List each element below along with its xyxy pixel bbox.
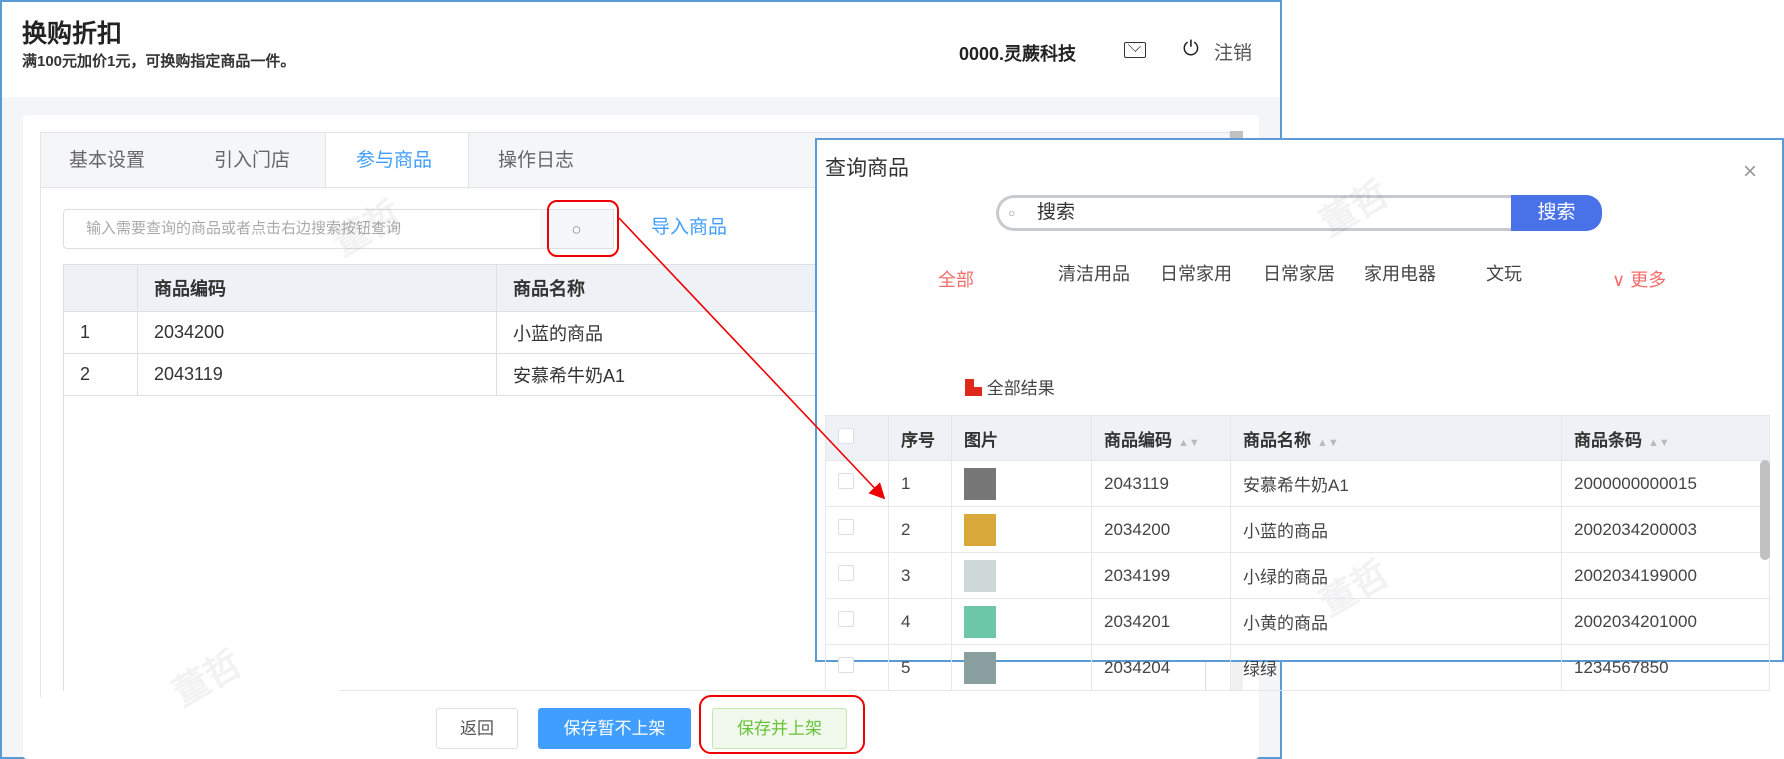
row-number: 2 <box>888 506 952 553</box>
product-code: 2034199 <box>1091 552 1231 599</box>
category-all[interactable]: 全部 <box>938 266 974 292</box>
page-title: 换购折扣 <box>22 20 123 48</box>
product-code: 2034200 <box>1091 506 1231 553</box>
grid-icon <box>965 379 982 396</box>
table-row[interactable]: 2 2034200 小蓝的商品 2002034200003 <box>825 506 1770 553</box>
page-subtitle: 满100元加价1元，可换购指定商品一件。 <box>22 53 296 70</box>
category-item[interactable]: 日常家用 <box>1160 260 1232 286</box>
table-header: 序号 图片 商品编码 ▲▼ 商品名称 ▲▼ 商品条码 ▲▼ <box>825 415 1770 461</box>
tab-operation-log[interactable]: 操作日志 <box>498 133 574 188</box>
dialog-search-button[interactable]: 搜索 <box>1511 195 1602 231</box>
column-header[interactable]: 商品条码 ▲▼ <box>1561 415 1770 461</box>
product-barcode: 2002034200003 <box>1561 506 1770 553</box>
table-row[interactable]: 5 2034204 绿绿 1234567850 <box>825 644 1770 691</box>
watermark: 董哲 <box>1312 172 1396 244</box>
product-image <box>964 605 996 638</box>
highlight-annotation <box>547 200 619 257</box>
column-header: 序号 <box>888 415 952 461</box>
dialog-search-input[interactable]: 搜索 <box>996 195 1512 231</box>
product-code: 2034204 <box>1091 644 1231 691</box>
product-code: 2034201 <box>1091 598 1231 645</box>
tab-products[interactable]: 参与商品 <box>325 133 469 189</box>
query-results-table: 序号 图片 商品编码 ▲▼ 商品名称 ▲▼ 商品条码 ▲▼ 1 2043119 安慕希… <box>825 415 1770 691</box>
category-item[interactable]: 清洁用品 <box>1058 260 1130 286</box>
more-label: 更多 <box>1630 270 1667 290</box>
sort-icon: ▲▼ <box>1317 436 1339 449</box>
product-image <box>964 467 996 500</box>
product-image <box>964 513 996 546</box>
table-row[interactable]: 1 2043119 安慕希牛奶A1 2000000000015 <box>825 460 1770 507</box>
row-checkbox[interactable] <box>838 657 854 673</box>
scrollbar[interactable] <box>1760 460 1770 660</box>
table-row[interactable]: 3 2034199 小绿的商品 2002034199000 <box>825 552 1770 599</box>
select-all-checkbox[interactable] <box>838 427 854 444</box>
chevron-down-icon: ∨ <box>1612 270 1631 290</box>
row-checkbox[interactable] <box>838 611 854 627</box>
row-index: 1 <box>63 311 138 354</box>
row-number: 4 <box>888 598 952 645</box>
column-header: 图片 <box>951 415 1092 461</box>
product-barcode: 2002034199000 <box>1561 552 1770 599</box>
power-icon[interactable]: ⏻ <box>1183 38 1199 61</box>
row-checkbox[interactable] <box>838 519 854 535</box>
dialog-title: 查询商品 <box>825 157 909 180</box>
row-index: 2 <box>63 353 138 396</box>
column-header: 商品编码 <box>137 264 497 312</box>
sort-icon: ▲▼ <box>1178 436 1200 449</box>
table-row[interactable]: 4 2034201 小黄的商品 2002034201000 <box>825 598 1770 645</box>
product-barcode: 1234567850 <box>1561 644 1770 691</box>
row-number: 3 <box>888 552 952 599</box>
product-code: 2043119 <box>137 353 497 396</box>
tab-import-stores[interactable]: 引入门店 <box>214 133 290 188</box>
product-name: 安慕希牛奶A1 <box>1230 460 1562 507</box>
product-name: 小蓝的商品 <box>1230 506 1562 553</box>
results-label: 全部结果 <box>986 379 1055 398</box>
search-icon: ○ <box>1008 206 1016 220</box>
back-button[interactable]: 返回 <box>436 708 518 749</box>
product-code: 2043119 <box>1091 460 1231 507</box>
product-code: 2034200 <box>137 311 497 354</box>
product-image <box>964 651 996 684</box>
sort-icon: ▲▼ <box>1648 436 1670 449</box>
tab-basic-settings[interactable]: 基本设置 <box>69 133 145 188</box>
row-number: 1 <box>888 460 952 507</box>
column-header[interactable]: 商品编码 ▲▼ <box>1091 415 1231 461</box>
product-query-dialog: 查询商品 × 搜索 ○ 搜索 全部 清洁用品 日常家用 日常家居 家用电器 文玩… <box>815 138 1784 691</box>
mail-icon[interactable] <box>1124 42 1146 58</box>
row-number: 5 <box>888 644 952 691</box>
product-search-input[interactable]: 输入需要查询的商品或者点击右边搜索按钮查询 <box>63 209 541 249</box>
column-header[interactable]: 商品名称 ▲▼ <box>1230 415 1562 461</box>
category-item[interactable]: 日常家居 <box>1263 260 1335 286</box>
row-checkbox[interactable] <box>838 473 854 489</box>
column-header <box>63 264 138 312</box>
import-products-link[interactable]: 导入商品 <box>651 212 727 239</box>
category-item[interactable]: 家用电器 <box>1364 260 1436 286</box>
product-name: 小绿的商品 <box>1230 552 1562 599</box>
product-image <box>964 559 996 592</box>
logout-link[interactable]: 注销 <box>1214 38 1252 65</box>
highlight-annotation <box>699 695 865 754</box>
product-barcode: 2000000000015 <box>1561 460 1770 507</box>
close-icon[interactable]: × <box>1743 158 1757 186</box>
category-item[interactable]: 文玩 <box>1486 260 1522 286</box>
all-results: 全部结果 <box>965 374 1055 399</box>
product-name: 小黄的商品 <box>1230 598 1562 645</box>
product-barcode: 2002034201000 <box>1561 598 1770 645</box>
product-name: 绿绿 <box>1230 644 1562 691</box>
row-checkbox[interactable] <box>838 565 854 581</box>
company-name: 0000.灵蕨科技 <box>959 44 1077 64</box>
save-unlisted-button[interactable]: 保存暂不上架 <box>538 708 691 749</box>
more-categories[interactable]: ∨ 更多 <box>1612 266 1666 292</box>
